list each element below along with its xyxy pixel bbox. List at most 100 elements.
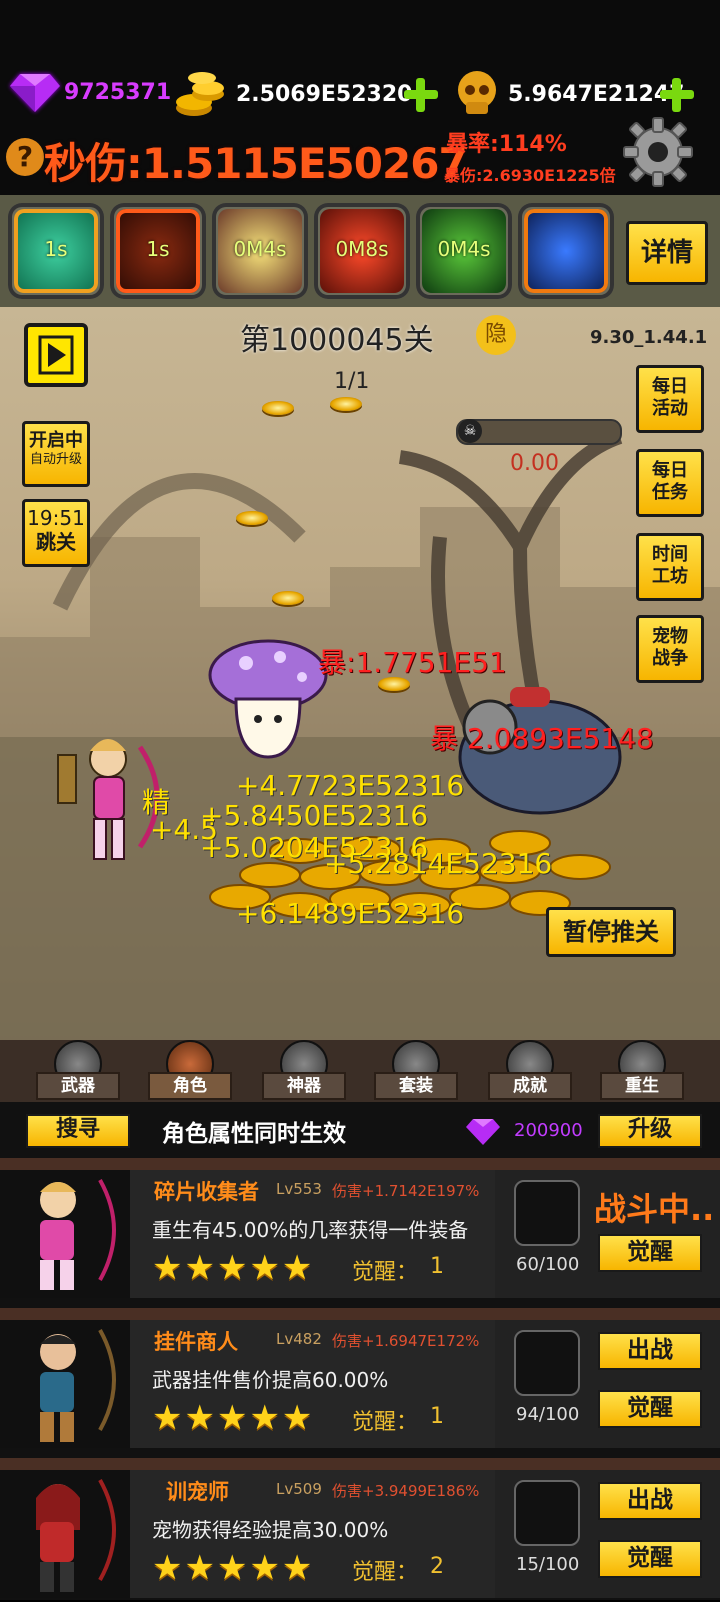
hero-info: 碎片收集者 Lv553 伤害+1.7142E197% 重生有45.00%的几率获… — [130, 1170, 495, 1298]
awaken-text: 觉醒： — [352, 1260, 419, 1285]
hero-damage: 伤害+1.6947E172% — [332, 1332, 480, 1350]
golden-skull-icon — [458, 71, 496, 114]
skill-slot-3[interactable]: 0M4s — [212, 203, 308, 299]
hero-name: 挂件商人 — [154, 1330, 238, 1354]
hero-level: Lv553 — [276, 1180, 322, 1198]
skill-slot-5[interactable]: 0M4s — [416, 203, 512, 299]
search-button[interactable]: 搜寻 — [26, 1114, 130, 1148]
gold-count: 2.5069E52320 — [236, 82, 413, 107]
gem-count: 9725371 — [64, 80, 172, 105]
tab-label: 成就 — [488, 1072, 572, 1100]
stage-title: 第1000045关 — [240, 323, 434, 358]
gem-icon — [10, 74, 60, 112]
crit-rate: 暴率:114% — [446, 132, 567, 157]
daily-task-button[interactable]: 每日 任务 — [636, 449, 704, 517]
crit-damage-number: 暴:1.7751E51 — [318, 646, 507, 679]
skip-stage-button[interactable]: 19:51 跳关 — [22, 499, 90, 567]
skill-cooldown: 0M4s — [233, 237, 287, 261]
skip-timer: 19:51 — [27, 506, 85, 530]
auto-upgrade-toggle[interactable]: 开启中 自动升级 — [22, 421, 90, 487]
skill-bar: 1s 1s 0M4s 0M8s 0M4s 详情 — [0, 195, 720, 307]
tab-label: 武器 — [36, 1072, 120, 1100]
hero-description: 宠物获得经验提高30.00% — [152, 1518, 389, 1542]
skill-slot-4[interactable]: 0M8s — [314, 203, 410, 299]
battle-scene: 第1000045关 隐 9.30_1.44.1 1/1 ☠ 0.00 开启中 自… — [0, 307, 720, 1082]
star-rating: ★★★★★ — [152, 1248, 315, 1288]
awaken-button[interactable]: 觉醒 — [598, 1540, 702, 1578]
awaken-button[interactable]: 觉醒 — [598, 1234, 702, 1272]
tab-label: 重生 — [600, 1072, 684, 1100]
main-tabs: 武器 角色 神器 套装 成就 重生 — [0, 1040, 720, 1102]
tab-set[interactable]: 套装 — [364, 1040, 464, 1102]
gem-icon — [466, 1119, 500, 1145]
skill-slot-2[interactable]: 1s — [110, 203, 206, 299]
mushroom-pet — [208, 639, 328, 759]
tab-label: 角色 — [148, 1072, 232, 1100]
play-icon — [38, 335, 74, 375]
boss-hp-value: 0.00 — [510, 451, 559, 476]
panel-heading: 角色属性同时生效 — [162, 1121, 346, 1147]
tab-achievement[interactable]: 成就 — [478, 1040, 578, 1102]
top-hud: 9725371 2.5069E52320 5.9647E21247 ? 秒伤:1… — [0, 0, 720, 195]
upgrade-gem-cost: 200900 — [514, 1120, 583, 1141]
hero-name: 训宠师 — [166, 1480, 229, 1504]
star-rating: ★★★★★ — [152, 1548, 315, 1588]
hero-level: Lv482 — [276, 1330, 322, 1348]
hidden-stage-badge[interactable]: 隐 — [476, 315, 516, 355]
shard-progress: 60/100 — [516, 1254, 580, 1275]
hero-shard-icon — [514, 1180, 580, 1246]
hero-description: 重生有45.00%的几率获得一件装备 — [152, 1218, 469, 1242]
coin-drop — [272, 591, 304, 605]
add-gold-button[interactable] — [402, 76, 438, 112]
awaken-text: 觉醒： — [352, 1560, 419, 1585]
awaken-button[interactable]: 觉醒 — [598, 1390, 702, 1428]
skill-slot-6[interactable] — [518, 203, 614, 299]
boss-hp-bar: ☠ — [456, 419, 622, 445]
coin-drop — [236, 511, 268, 525]
version-label: 9.30_1.44.1 — [590, 327, 708, 348]
damage-number: +5.8450E52316 — [200, 799, 429, 832]
wave-counter: 1/1 — [334, 369, 370, 394]
upgrade-button[interactable]: 升级 — [598, 1114, 702, 1148]
skill-cooldown: 1s — [146, 237, 170, 261]
awaken-level: 1 — [430, 1404, 444, 1429]
help-icon[interactable]: ? — [6, 138, 44, 176]
deploy-button[interactable]: 出战 — [598, 1332, 702, 1370]
gold-coins-icon — [176, 72, 224, 116]
time-workshop-button[interactable]: 时间 工坊 — [636, 533, 704, 601]
pause-progress-button[interactable]: 暂停推关 — [546, 907, 676, 957]
shard-progress: 94/100 — [516, 1404, 580, 1425]
auto-upgrade-label: 自动升级 — [29, 451, 82, 467]
hero-damage: 伤害+1.7142E197% — [332, 1182, 480, 1200]
settings-gear-icon[interactable] — [622, 116, 694, 188]
hero-portrait — [0, 1320, 130, 1448]
skip-label: 跳关 — [36, 530, 76, 554]
tab-artifact[interactable]: 神器 — [252, 1040, 352, 1102]
hero-description: 武器挂件售价提高60.00% — [152, 1368, 389, 1392]
in-battle-status: 战斗中.. — [594, 1190, 715, 1228]
tab-character[interactable]: 角色 — [138, 1040, 238, 1102]
hero-portrait — [0, 1170, 130, 1298]
crit-damage-number: 暴 2.0893E5148 — [430, 722, 654, 755]
dps-readout: 秒伤:1.5115E50267 — [44, 139, 468, 188]
skill-slot-1[interactable]: 1s — [8, 203, 104, 299]
awaken-text: 觉醒： — [352, 1410, 419, 1435]
skull-icon: ☠ — [458, 419, 482, 443]
daily-activity-button[interactable]: 每日 活动 — [636, 365, 704, 433]
deploy-button[interactable]: 出战 — [598, 1482, 702, 1520]
character-panel: 搜寻 角色属性同时生效 200900 升级 碎片收集者 Lv553 伤害+1.7… — [0, 1102, 720, 1600]
tab-label: 神器 — [262, 1072, 346, 1100]
shard-progress: 15/100 — [516, 1554, 580, 1575]
hero-info: 挂件商人 Lv482 伤害+1.6947E172% 武器挂件售价提高60.00%… — [130, 1320, 495, 1448]
star-rating: ★★★★★ — [152, 1398, 315, 1438]
crit-damage: 暴伤:2.6930E1225倍 — [444, 166, 616, 185]
add-skull-button[interactable] — [658, 76, 694, 112]
hero-damage: 伤害+3.9499E186% — [332, 1482, 480, 1500]
tab-rebirth[interactable]: 重生 — [590, 1040, 690, 1102]
skill-cooldown: 0M4s — [437, 237, 491, 261]
tab-weapon[interactable]: 武器 — [26, 1040, 126, 1102]
skill-details-button[interactable]: 详情 — [626, 221, 708, 285]
play-button[interactable] — [24, 323, 88, 387]
coin-drop — [330, 397, 362, 411]
pet-war-button[interactable]: 宠物 战争 — [636, 615, 704, 683]
